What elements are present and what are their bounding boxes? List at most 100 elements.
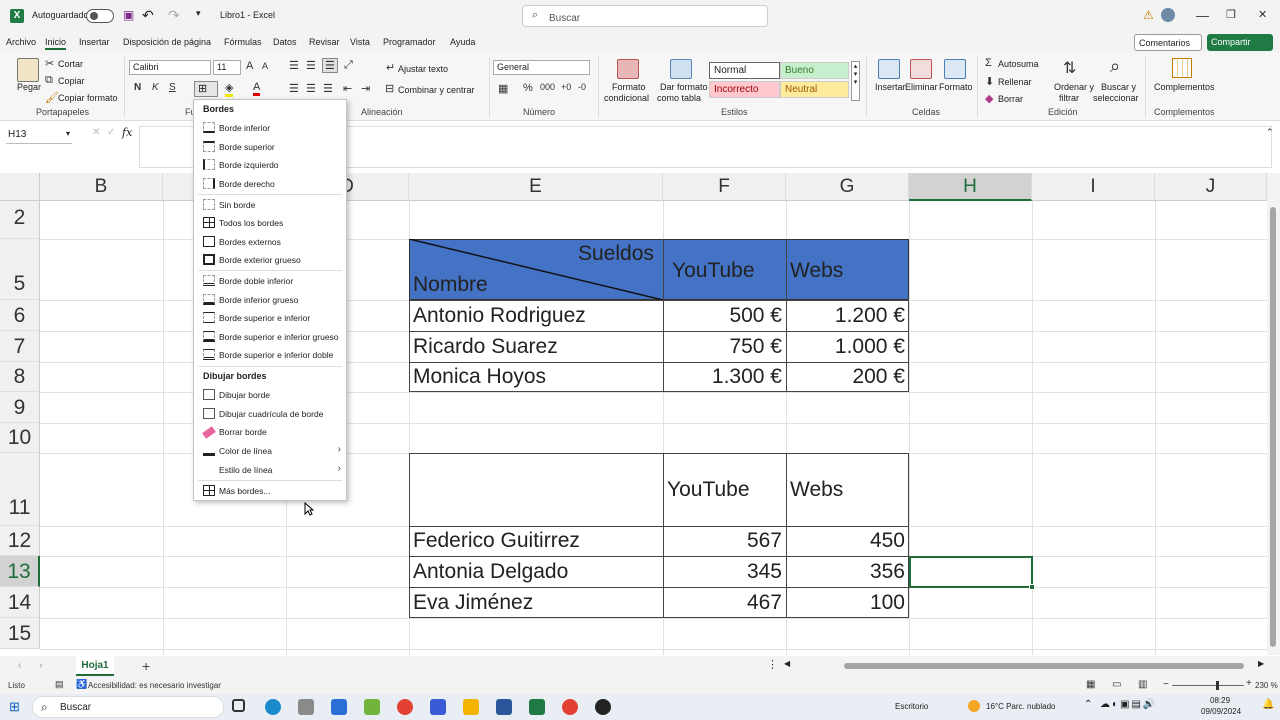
tab-revisar[interactable]: Revisar (309, 37, 340, 47)
font-size-select[interactable]: 11 (213, 60, 241, 75)
spreadsheet-grid[interactable]: B C D E F G H I J 2 5 6 7 8 9 10 11 12 1… (0, 173, 1280, 655)
table2-cell-youtube[interactable]: 567 (663, 529, 782, 553)
chrome-icon[interactable] (397, 699, 413, 715)
menu-item-bordes-externos[interactable]: Bordes externos (194, 233, 346, 251)
share-button[interactable]: Compartir (1207, 34, 1273, 51)
table2-cell-webs[interactable]: 100 (786, 591, 905, 615)
decrease-decimal-icon[interactable]: -0 (578, 82, 586, 92)
format-as-table-icon[interactable] (670, 59, 692, 79)
sheet-tab-hoja1[interactable]: Hoja1 (76, 656, 114, 676)
word-icon[interactable] (496, 699, 512, 715)
row-header-7[interactable]: 7 (0, 331, 40, 362)
tab-formulas[interactable]: Fórmulas (224, 37, 262, 47)
row-header-6[interactable]: 6 (0, 300, 40, 331)
menu-item-borde-sup-inf-doble[interactable]: Borde superior e inferior doble (194, 346, 346, 364)
redo-icon[interactable]: ↷ (168, 7, 180, 24)
row-header-5[interactable]: 5 (0, 239, 40, 300)
paste-icon[interactable] (17, 58, 39, 82)
table2-cell-youtube[interactable]: 345 (663, 560, 782, 584)
row-header-2[interactable]: 2 (0, 201, 40, 239)
percent-icon[interactable]: % (523, 82, 533, 94)
minimize-button[interactable]: — (1196, 8, 1209, 23)
add-sheet-button[interactable]: + (142, 658, 150, 674)
menu-item-borde-derecho[interactable]: Borde derecho (194, 175, 346, 193)
table1-header-nombre[interactable]: Nombre (413, 273, 488, 297)
paste-button[interactable]: Pegar (17, 82, 41, 92)
prev-sheet-icon[interactable]: ‹ (18, 660, 21, 671)
tab-ayuda[interactable]: Ayuda (450, 37, 475, 47)
active-cell[interactable] (909, 556, 1033, 588)
increase-decimal-icon[interactable]: +0 (561, 82, 571, 92)
restore-button[interactable]: ❐ (1226, 8, 1236, 21)
app-icon[interactable] (430, 699, 446, 715)
task-view-icon[interactable] (232, 699, 245, 712)
notifications-icon[interactable]: 🔔 (1262, 699, 1274, 710)
row-header-15[interactable]: 15 (0, 618, 40, 649)
underline-button[interactable]: S (169, 82, 176, 93)
app-icon[interactable] (298, 699, 314, 715)
normal-view-icon[interactable]: ▦ (1086, 679, 1095, 690)
name-box[interactable]: H13 ▾ (6, 126, 72, 144)
select-all-corner[interactable] (0, 173, 40, 201)
cut-button[interactable]: Cortar (58, 59, 83, 69)
zoom-in-icon[interactable]: + (1246, 678, 1252, 689)
clear-button[interactable]: Borrar (998, 94, 1023, 104)
app-icon[interactable] (364, 699, 380, 715)
row-header-11[interactable]: 11 (0, 453, 40, 526)
format-as-table-label-1[interactable]: Dar formato (660, 82, 708, 92)
table2-cell-name[interactable]: Antonia Delgado (413, 560, 568, 584)
menu-item-color-linea[interactable]: Color de línea › (194, 442, 346, 460)
align-middle-icon[interactable]: ☰ (306, 59, 316, 72)
table1-cell-name[interactable]: Monica Hoyos (413, 365, 546, 389)
align-bottom-icon[interactable]: ☰ (322, 58, 338, 73)
table1-header-youtube[interactable]: YouTube (672, 259, 755, 283)
menu-item-borde-izquierdo[interactable]: Borde izquierdo (194, 156, 346, 174)
comma-style-icon[interactable]: 000 (540, 82, 555, 92)
zoom-out-icon[interactable]: − (1163, 679, 1169, 690)
addins-icon[interactable] (1172, 58, 1192, 78)
tab-disposicion[interactable]: Disposición de página (123, 37, 211, 47)
confirm-icon[interactable]: ✓ (107, 127, 115, 138)
tab-vista[interactable]: Vista (350, 37, 370, 47)
table2-header-webs[interactable]: Webs (790, 478, 843, 502)
edge-icon[interactable] (265, 699, 281, 715)
zoom-level[interactable]: 230 % (1255, 681, 1278, 690)
borders-button[interactable]: ⊞ (194, 81, 218, 97)
accessibility-status[interactable]: Accesibilidad: es necesario investigar (88, 681, 221, 690)
table1-header-webs[interactable]: Webs (790, 259, 843, 283)
style-incorrecto[interactable]: Incorrecto (709, 81, 780, 98)
fill-handle[interactable] (1029, 584, 1035, 590)
column-header-h[interactable]: H (909, 173, 1032, 201)
avatar[interactable] (1161, 8, 1175, 22)
column-header-e[interactable]: E (409, 173, 663, 201)
shrink-font-icon[interactable]: A (262, 61, 268, 71)
insert-cells-button[interactable]: Insertar (875, 82, 906, 92)
page-layout-view-icon[interactable]: ▭ (1112, 679, 1121, 690)
table2-cell-name[interactable]: Federico Guitirrez (413, 529, 580, 553)
style-normal[interactable]: Normal (709, 62, 780, 79)
save-icon[interactable]: ▣ (123, 8, 134, 22)
close-button[interactable]: ✕ (1258, 8, 1267, 21)
menu-item-borrar-borde[interactable]: Borrar borde (194, 423, 346, 441)
scroll-right-icon[interactable]: ▶ (1258, 659, 1264, 668)
tray-icons[interactable]: ☁◐▣▤🔊 (1100, 699, 1157, 710)
weather-label[interactable]: 16°C Parc. nublado (986, 702, 1055, 711)
fill-button[interactable]: Rellenar (998, 77, 1032, 87)
vertical-scroll-thumb[interactable] (1270, 207, 1276, 647)
table1-cell-webs[interactable]: 1.000 € (786, 335, 905, 359)
accounting-format-icon[interactable]: ▦ (498, 82, 508, 95)
menu-item-mas-bordes[interactable]: Más bordes... (194, 482, 346, 500)
menu-item-estilo-linea[interactable]: Estilo de línea › (194, 461, 346, 479)
tab-insertar[interactable]: Insertar (79, 37, 110, 47)
align-left-icon[interactable]: ☰ (289, 82, 299, 95)
column-header-f[interactable]: F (663, 173, 786, 201)
undo-icon[interactable]: ↶ (142, 7, 154, 24)
column-header-g[interactable]: G (786, 173, 909, 201)
menu-item-borde-sup-inf-grueso[interactable]: Borde superior e inferior grueso (194, 328, 346, 346)
search-box[interactable]: ⌕ Buscar (522, 5, 768, 27)
zoom-slider[interactable] (1172, 681, 1244, 690)
cancel-icon[interactable]: ✕ (92, 127, 100, 138)
orientation-icon[interactable]: ⤢ (344, 59, 353, 72)
excel-icon[interactable] (529, 699, 545, 715)
menu-item-todos-bordes[interactable]: Todos los bordes (194, 214, 346, 232)
